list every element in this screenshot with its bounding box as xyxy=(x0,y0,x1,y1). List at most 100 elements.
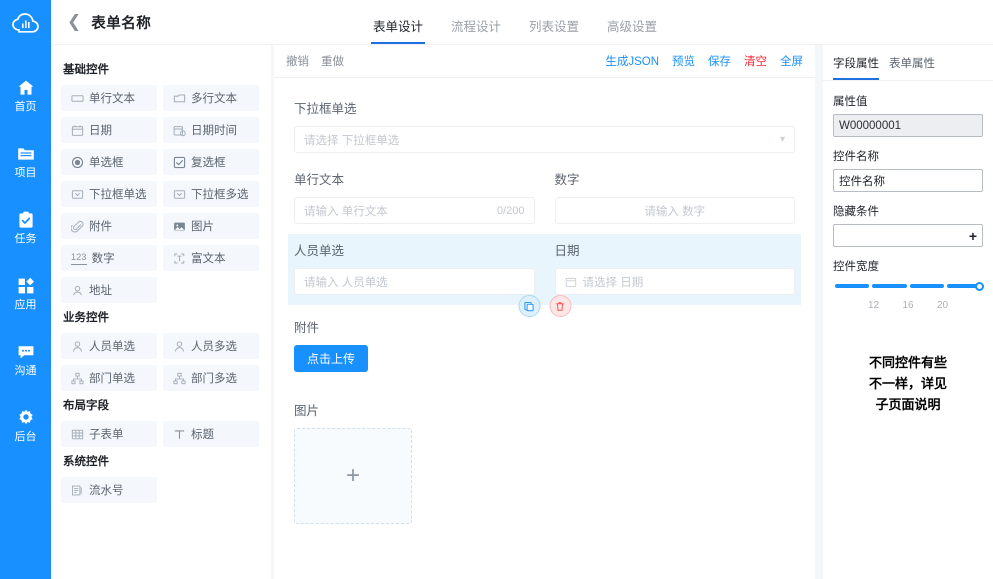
clear-button[interactable]: 清空 xyxy=(744,53,767,69)
widget-width-slider[interactable] xyxy=(835,282,984,294)
chevron-left-icon[interactable]: ❮ xyxy=(67,13,81,31)
date-placeholder: 请选择 日期 xyxy=(582,276,644,289)
form-field-image[interactable]: 图片 + xyxy=(294,400,795,524)
hidden-condition-field[interactable]: + xyxy=(833,224,983,247)
palette-item-attachment[interactable]: 附件 xyxy=(61,213,157,239)
org-tree-icon xyxy=(71,372,84,385)
tab-list-settings[interactable]: 列表设置 xyxy=(527,10,581,44)
form-field-single-line-text[interactable]: 单行文本 请输入 单行文本 0/200 xyxy=(294,169,535,224)
palette-item-title[interactable]: 标题 xyxy=(163,421,259,447)
app-root: 首页 项目 任务 应用 沟通 后台 ❮ 表单名称 表单设计 流程设计 列表设置 … xyxy=(0,0,993,579)
sidebar-item-task[interactable]: 任务 xyxy=(0,194,51,260)
canvas-toolbar: 撤销 重做 生成JSON 预览 保存 清空 全屏 xyxy=(274,45,815,78)
palette-item-number[interactable]: 123 数字 xyxy=(61,245,157,271)
person-icon xyxy=(173,340,186,353)
header-tabs: 表单设计 流程设计 列表设置 高级设置 xyxy=(371,10,659,44)
number-input[interactable]: 请输入 数字 xyxy=(554,197,795,224)
sidebar-item-chat[interactable]: 沟通 xyxy=(0,326,51,392)
single-line-text-icon xyxy=(71,92,84,105)
sidebar-item-apps[interactable]: 应用 xyxy=(0,260,51,326)
palette-item-dept-single[interactable]: 部门单选 xyxy=(61,365,157,391)
widget-name-value: 控件名称 xyxy=(839,175,885,188)
palette-item-label: 下拉框单选 xyxy=(89,189,147,201)
widget-palette: 基础控件 单行文本 多行文本 日期 日期时间 单选框 复选框 下拉框单选 下拉框… xyxy=(51,45,271,579)
form-row-text-number[interactable]: 单行文本 请输入 单行文本 0/200 数字 请输入 数字 xyxy=(288,163,801,234)
tab-form-design[interactable]: 表单设计 xyxy=(371,10,426,44)
field-label: 人员单选 xyxy=(294,244,345,258)
delete-field-button[interactable] xyxy=(549,295,571,317)
palette-item-label: 单选框 xyxy=(89,157,124,169)
sidebar-item-backend-label: 后台 xyxy=(14,430,37,443)
palette-item-dept-multi[interactable]: 部门多选 xyxy=(163,365,259,391)
undo-button[interactable]: 撤销 xyxy=(286,53,309,69)
address-pin-icon xyxy=(71,284,84,297)
serial-number-icon xyxy=(71,484,84,497)
cloud-chart-logo[interactable] xyxy=(0,0,51,45)
form-field-person-single[interactable]: 人员单选 请输入 人员单选 xyxy=(294,240,535,295)
tab-field-properties[interactable]: 字段属性 xyxy=(833,55,879,80)
palette-item-label: 图片 xyxy=(191,221,214,233)
field-label: 附件 xyxy=(294,321,320,335)
palette-group-basic: 单行文本 多行文本 日期 日期时间 单选框 复选框 下拉框单选 下拉框多选 附件… xyxy=(61,85,263,303)
sidebar-item-chat-label: 沟通 xyxy=(14,364,37,377)
palette-item-date[interactable]: 日期 xyxy=(61,117,157,143)
palette-item-image[interactable]: 图片 xyxy=(163,213,259,239)
palette-item-person-multi[interactable]: 人员多选 xyxy=(163,333,259,359)
palette-item-person-single[interactable]: 人员单选 xyxy=(61,333,157,359)
form-field-date[interactable]: 日期 请选择 日期 xyxy=(554,240,795,295)
preview-button[interactable]: 预览 xyxy=(672,53,695,69)
add-condition-icon[interactable]: + xyxy=(969,229,977,243)
checkbox-icon xyxy=(173,156,186,169)
form-row-person-date[interactable]: 人员单选 请输入 人员单选 日期 请选择 日期 xyxy=(288,234,801,317)
form-row-image[interactable]: 图片 + xyxy=(288,382,801,534)
palette-item-address[interactable]: 地址 xyxy=(61,277,157,303)
select-placeholder: 请选择 下拉框单选 xyxy=(304,134,400,147)
palette-item-multi-line-text[interactable]: 多行文本 xyxy=(163,85,259,111)
palette-item-checkbox[interactable]: 复选框 xyxy=(163,149,259,175)
palette-item-radio[interactable]: 单选框 xyxy=(61,149,157,175)
form-row-select[interactable]: 下拉框单选 请选择 下拉框单选 ▾ xyxy=(288,92,801,163)
redo-button[interactable]: 重做 xyxy=(321,53,344,69)
sidebar-item-home[interactable]: 首页 xyxy=(0,62,51,128)
palette-item-rich-text[interactable]: 富文本 xyxy=(163,245,259,271)
table-icon xyxy=(71,428,84,441)
palette-item-label: 部门单选 xyxy=(89,373,135,385)
sidebar-item-project[interactable]: 项目 xyxy=(0,128,51,194)
sidebar-item-home-label: 首页 xyxy=(14,100,37,113)
tab-process-design[interactable]: 流程设计 xyxy=(449,10,503,44)
text-input[interactable]: 请输入 单行文本 0/200 xyxy=(294,197,535,224)
upload-button[interactable]: 点击上传 xyxy=(294,345,369,372)
person-input[interactable]: 请输入 人员单选 xyxy=(294,268,535,295)
widget-name-input[interactable]: 控件名称 xyxy=(833,169,983,192)
slider-handle[interactable] xyxy=(975,282,984,291)
palette-group-title-basic: 基础控件 xyxy=(63,64,109,76)
sidebar-item-backend[interactable]: 后台 xyxy=(0,392,51,458)
date-input[interactable]: 请选择 日期 xyxy=(554,268,795,295)
fullscreen-button[interactable]: 全屏 xyxy=(780,53,803,69)
generate-json-button[interactable]: 生成JSON xyxy=(605,53,659,69)
palette-item-select-single[interactable]: 下拉框单选 xyxy=(61,181,157,207)
calendar-icon xyxy=(71,124,84,137)
field-label: 数字 xyxy=(554,173,580,187)
form-field-select-single[interactable]: 下拉框单选 请选择 下拉框单选 ▾ xyxy=(294,98,795,153)
palette-item-serial-number[interactable]: 流水号 xyxy=(61,477,157,503)
palette-item-single-line-text[interactable]: 单行文本 xyxy=(61,85,157,111)
copy-field-button[interactable] xyxy=(518,295,540,317)
palette-item-select-multi[interactable]: 下拉框多选 xyxy=(163,181,259,207)
tab-form-properties[interactable]: 表单属性 xyxy=(889,55,935,80)
tab-advanced-settings[interactable]: 高级设置 xyxy=(605,10,659,44)
image-upload-box[interactable]: + xyxy=(294,428,412,524)
person-placeholder: 请输入 人员单选 xyxy=(304,276,388,289)
palette-item-subform[interactable]: 子表单 xyxy=(61,421,157,447)
properties-tabs: 字段属性 表单属性 xyxy=(823,45,993,81)
palette-item-label: 日期时间 xyxy=(191,125,237,137)
palette-item-label: 流水号 xyxy=(89,485,124,497)
select-input[interactable]: 请选择 下拉框单选 ▾ xyxy=(294,126,795,153)
save-button[interactable]: 保存 xyxy=(708,53,731,69)
form-field-attachment[interactable]: 附件 点击上传 xyxy=(294,317,795,372)
form-canvas[interactable]: 下拉框单选 请选择 下拉框单选 ▾ 单行文本 请输入 单行文本 0/200 数字… xyxy=(274,78,815,579)
palette-item-datetime[interactable]: 日期时间 xyxy=(163,117,259,143)
form-field-number[interactable]: 数字 请输入 数字 xyxy=(554,169,795,224)
slider-track xyxy=(835,284,981,288)
main-column: ❮ 表单名称 表单设计 流程设计 列表设置 高级设置 基础控件 单行文本 多行文… xyxy=(51,0,993,579)
